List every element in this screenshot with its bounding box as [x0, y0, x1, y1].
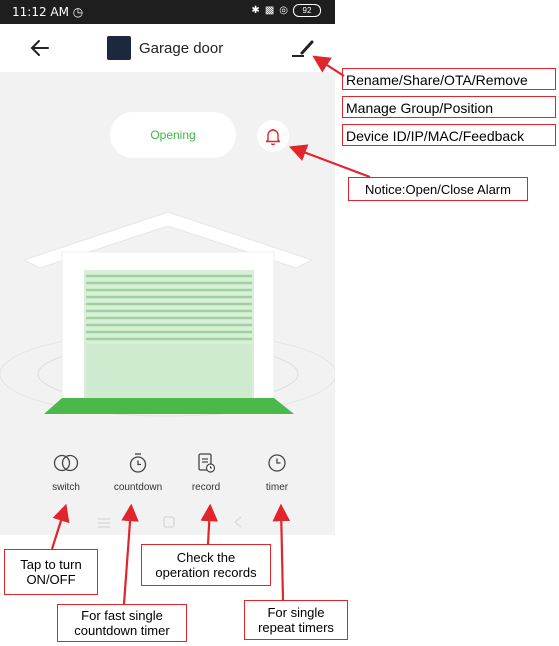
pencil-icon[interactable]: [290, 36, 316, 60]
record-button[interactable]: record: [176, 452, 236, 493]
switch-label: switch: [52, 482, 80, 493]
device-state-badge: Opening: [110, 112, 236, 158]
annotation-edit-menu-1: Rename/Share/OTA/Remove: [342, 68, 556, 90]
battery-indicator: 92: [293, 4, 321, 17]
document-clock-icon: [198, 453, 216, 473]
timer-label: timer: [265, 482, 289, 493]
status-time: 11:12 AM ◷: [12, 5, 84, 19]
annotation-countdown: For fast single countdown timer: [57, 604, 187, 642]
countdown-button[interactable]: countdown: [108, 452, 168, 493]
annotation-timer: For single repeat timers: [244, 600, 348, 640]
garage-floor: [44, 398, 294, 414]
annotation-edit-menu-2: Manage Group/Position: [342, 96, 556, 118]
garage-interior: [86, 344, 252, 398]
wifi-icon: ◎: [279, 5, 288, 16]
countdown-label: countdown: [113, 482, 163, 493]
arrow-left-icon[interactable]: [28, 36, 52, 60]
device-thumbnail: [107, 36, 131, 60]
device-title: Garage door: [107, 36, 223, 60]
timer-button[interactable]: timer: [247, 452, 307, 493]
status-indicators: ✱ ▩ ◎ 92: [251, 4, 321, 17]
clock-icon: [268, 454, 286, 472]
bell-icon: [265, 129, 281, 146]
home-nav-icon[interactable]: [163, 516, 175, 528]
annotation-notice: Notice:Open/Close Alarm: [348, 177, 528, 201]
app-bar: Garage door: [0, 24, 335, 72]
bluetooth-icon: ✱: [251, 5, 260, 16]
record-label: record: [191, 482, 221, 493]
status-bar: 11:12 AM ◷ ✱ ▩ ◎ 92: [0, 0, 335, 24]
device-panel: Opening switch countdown record timer: [0, 72, 335, 535]
menu-nav-icon[interactable]: [98, 518, 110, 528]
control-bar: switch countdown record timer: [0, 452, 335, 512]
switch-button[interactable]: switch: [36, 452, 96, 493]
page-title: Garage door: [139, 39, 224, 57]
garage-illustration: [0, 211, 335, 417]
signal-icon: ▩: [264, 5, 275, 16]
annotation-record: Check the operation records: [141, 544, 271, 586]
notice-button[interactable]: [257, 120, 289, 152]
phone-screen: 11:12 AM ◷ ✱ ▩ ◎ 92 Garage door Opening: [0, 0, 335, 535]
stopwatch-icon: [129, 453, 147, 473]
annotation-edit-menu-3: Device ID/IP/MAC/Feedback: [342, 124, 556, 146]
annotation-switch: Tap to turn ON/OFF: [4, 549, 98, 595]
toggle-circles-icon: [53, 454, 79, 472]
alarm-clock-icon: ◷: [72, 5, 84, 19]
system-nav-bar: [98, 516, 242, 528]
back-nav-icon[interactable]: [233, 516, 242, 528]
